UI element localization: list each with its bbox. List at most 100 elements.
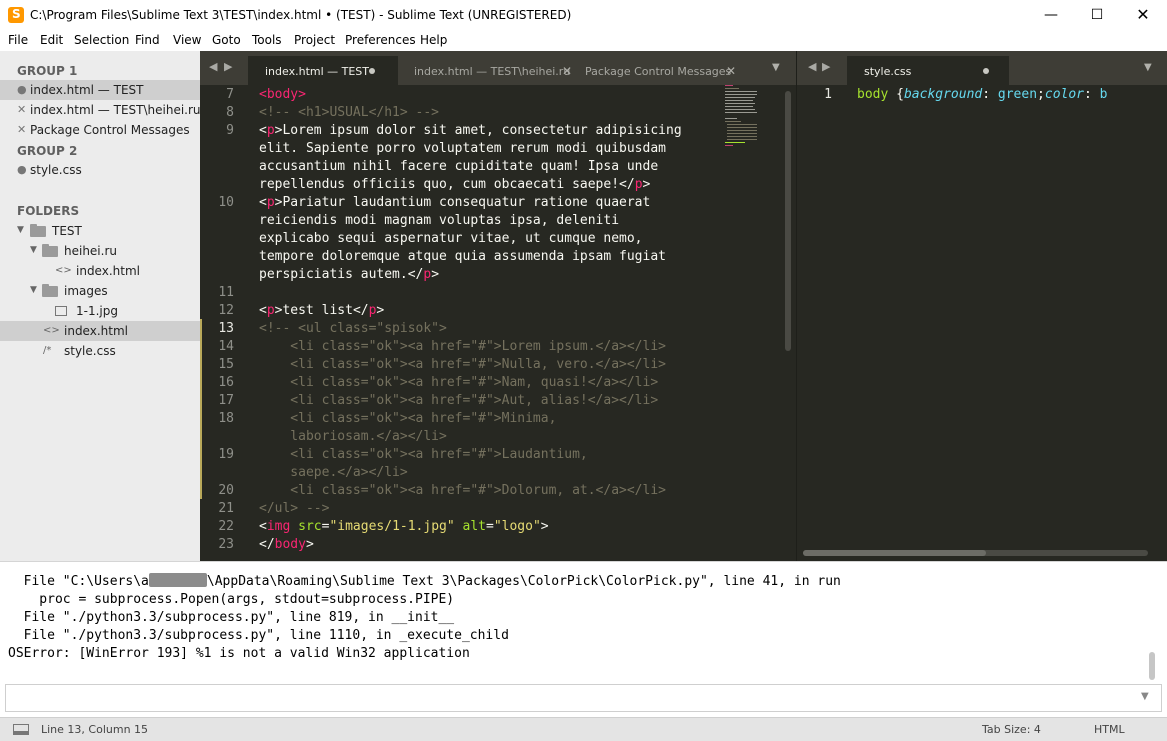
tab-dropdown-icon[interactable]: ▼ xyxy=(772,62,780,73)
chevron-down-icon[interactable]: ▼ xyxy=(30,285,37,295)
line-number: 10 xyxy=(218,195,234,210)
code-line: saepe.</a></li> xyxy=(259,465,408,480)
open-file-style-css[interactable]: ● style.css xyxy=(0,160,200,180)
menu-view[interactable]: View xyxy=(173,33,201,47)
tab-style-css[interactable]: style.css xyxy=(847,56,1009,85)
tab-label: index.html — TEST\heihei.ru xyxy=(414,65,571,78)
line-number: 14 xyxy=(218,339,234,354)
console-line: File "./python3.3/subprocess.py", line 1… xyxy=(8,628,509,643)
tab-bar-left: ◀ ▶ index.html — TEST index.html — TEST\… xyxy=(200,51,796,85)
console-scrollbar[interactable] xyxy=(1149,652,1155,680)
code-token: color xyxy=(1044,87,1085,102)
title-bar: C:\Program Files\Sublime Text 3\TEST\ind… xyxy=(0,0,1167,31)
chevron-down-icon[interactable]: ▼ xyxy=(1141,691,1149,702)
code-line: tempore doloremque atque quia assumenda … xyxy=(259,249,666,264)
code-line: <li class="ok"><a href="#">Laudantium, xyxy=(259,447,588,462)
code-line: <li class="ok"><a href="#">Lorem ipsum.<… xyxy=(259,339,666,354)
file-index-html[interactable]: <> index.html xyxy=(0,321,200,341)
close-tab-icon[interactable]: ✕ xyxy=(562,64,572,78)
folder-images[interactable]: ▼ images xyxy=(0,281,200,301)
tab-dropdown-icon[interactable]: ▼ xyxy=(1144,62,1152,73)
file-heihei-index[interactable]: <> index.html xyxy=(0,261,200,281)
code-token: background xyxy=(903,87,983,102)
line-number: 7 xyxy=(226,87,234,102)
console-panel[interactable]: File "C:\Users\a \AppData\Roaming\Sublime… xyxy=(0,561,1167,683)
code-line: <li class="ok"><a href="#">Dolorum, at.<… xyxy=(259,483,666,498)
close-file-icon[interactable]: ✕ xyxy=(17,103,27,116)
editor-pane-right[interactable]: ◀ ▶ style.css ▼ 1 body {background: gree… xyxy=(796,51,1167,561)
close-button[interactable]: ✕ xyxy=(1120,0,1166,31)
vertical-scrollbar[interactable] xyxy=(785,91,791,351)
menu-file[interactable]: File xyxy=(8,33,28,47)
file-label: style.css xyxy=(64,344,116,358)
tab-index-test[interactable]: index.html — TEST xyxy=(248,56,398,85)
code-token: src xyxy=(298,519,322,534)
menu-project[interactable]: Project xyxy=(294,33,335,47)
open-file-index-heihei[interactable]: ✕ index.html — TEST\heihei.ru xyxy=(0,100,201,120)
line-number: 16 xyxy=(218,375,234,390)
code-token: perspiciatis autem. xyxy=(259,267,408,282)
folder-icon xyxy=(30,224,46,237)
line-number: 9 xyxy=(226,123,234,138)
close-tab-icon[interactable]: ✕ xyxy=(726,64,736,78)
tab-label: style.css xyxy=(864,65,912,78)
line-number: 23 xyxy=(218,537,234,552)
menu-find[interactable]: Find xyxy=(135,33,160,47)
menu-tools[interactable]: Tools xyxy=(252,33,282,47)
horizontal-scrollbar[interactable] xyxy=(803,550,1148,556)
file-label: index.html xyxy=(76,264,140,278)
menu-preferences[interactable]: Preferences xyxy=(345,33,416,47)
panel-toggle-icon[interactable] xyxy=(13,724,29,735)
horizontal-scrollbar-thumb[interactable] xyxy=(803,550,986,556)
console-command-input[interactable] xyxy=(5,684,1162,712)
console-line: OSError: [WinError 193] %1 is not a vali… xyxy=(8,646,470,661)
code-token: Pariatur laudantium consequatur ratione … xyxy=(282,195,651,210)
line-number: 18 xyxy=(218,411,234,426)
chevron-down-icon[interactable]: ▼ xyxy=(17,225,24,235)
syntax-selector[interactable]: HTML xyxy=(1094,723,1125,736)
open-file-index-test[interactable]: ● index.html — TEST xyxy=(0,80,200,100)
code-line: <li class="ok"><a href="#">Minima, xyxy=(259,411,557,426)
minimap[interactable] xyxy=(725,85,783,149)
code-line: reiciendis modi magnam voluptas ipsa, de… xyxy=(259,213,620,228)
code-line: <!-- <h1>USUAL</h1> --> xyxy=(259,104,439,122)
menu-edit[interactable]: Edit xyxy=(40,33,63,47)
folder-label: heihei.ru xyxy=(64,244,117,258)
minimize-button[interactable]: — xyxy=(1028,0,1074,31)
open-file-label: style.css xyxy=(30,163,82,177)
tab-next-icon[interactable]: ▶ xyxy=(822,60,830,73)
chevron-down-icon[interactable]: ▼ xyxy=(30,245,37,255)
line-number: 22 xyxy=(218,519,234,534)
code-line: explicabo sequi aspernatur vitae, ut cum… xyxy=(259,231,643,246)
tab-size[interactable]: Tab Size: 4 xyxy=(982,723,1041,736)
console-line: File "./python3.3/subprocess.py", line 8… xyxy=(8,610,455,625)
tab-next-icon[interactable]: ▶ xyxy=(224,60,232,73)
menu-goto[interactable]: Goto xyxy=(212,33,241,47)
line-number: 17 xyxy=(218,393,234,408)
maximize-button[interactable]: ☐ xyxy=(1074,0,1120,31)
group2-title: GROUP 2 xyxy=(17,144,78,158)
folder-heihei[interactable]: ▼ heihei.ru xyxy=(0,241,200,261)
editor-pane-left[interactable]: ◀ ▶ index.html — TEST index.html — TEST\… xyxy=(200,51,796,561)
tab-prev-icon[interactable]: ◀ xyxy=(209,60,217,73)
code-line: repellendus officiis quo, cum obcaecati … xyxy=(259,177,651,192)
menu-selection[interactable]: Selection xyxy=(74,33,129,47)
line-number-current: 1 xyxy=(824,87,832,102)
unsaved-dot-icon: ● xyxy=(17,83,27,96)
file-image-jpg[interactable]: 1-1.jpg xyxy=(0,301,200,321)
folder-icon xyxy=(42,244,58,257)
tab-index-heihei[interactable]: index.html — TEST\heihei.ru ✕ xyxy=(398,56,584,85)
folder-test[interactable]: ▼ TEST xyxy=(0,221,200,241)
tab-prev-icon[interactable]: ◀ xyxy=(808,60,816,73)
code-line: </ul> --> xyxy=(259,501,330,516)
file-style-css[interactable]: /* style.css xyxy=(0,341,200,361)
tab-package-control[interactable]: Package Control Messages ✕ xyxy=(584,56,744,85)
code-line: accusantium nihil facere cupiditate quam… xyxy=(259,159,659,174)
close-file-icon[interactable]: ✕ xyxy=(17,123,27,136)
open-file-package-control[interactable]: ✕ Package Control Messages xyxy=(0,120,200,140)
code-line: perspiciatis autem.</p> xyxy=(259,267,440,282)
code-token: "logo" xyxy=(493,519,541,534)
code-token: repellendus officiis quo, cum obcaecati … xyxy=(259,177,620,192)
tab-label: index.html — TEST xyxy=(265,65,370,78)
menu-help[interactable]: Help xyxy=(420,33,447,47)
